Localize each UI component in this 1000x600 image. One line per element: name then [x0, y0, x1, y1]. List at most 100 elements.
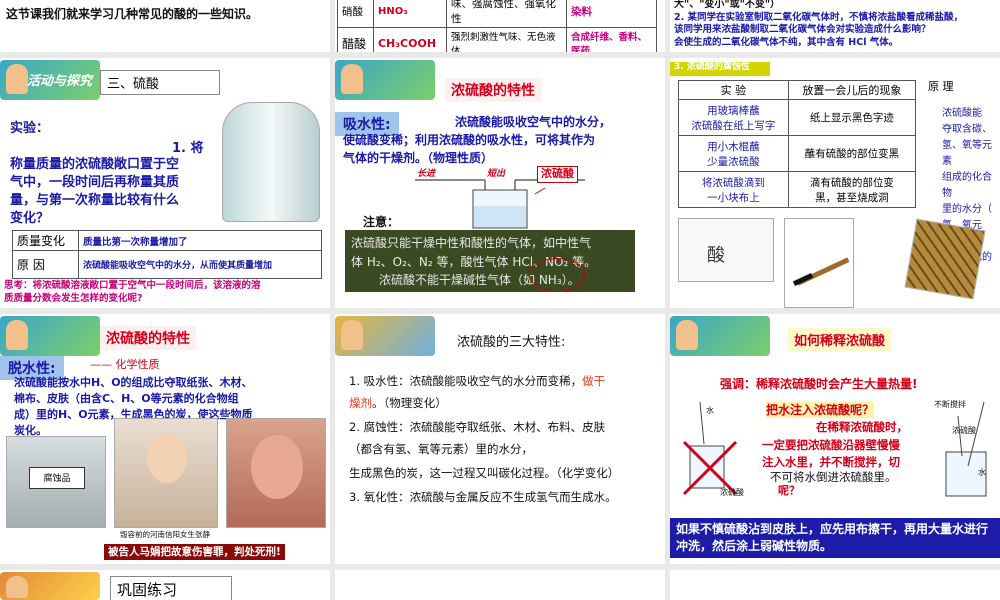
question-line: 2. 某同学在实验室制取二氧化碳气体时，不慎将浓盐酸看成稀盐酸，: [674, 12, 964, 23]
acid-table: 硝酸 HNO₃ 味、强腐蚀性、强氧化性 染料 醋酸 CH₃COOH 强烈刺激性气…: [337, 0, 657, 52]
activity-logo: [670, 316, 770, 356]
think-question: 质质量分数会发生怎样的变化呢?: [4, 293, 143, 304]
slide-exercise-tail[interactable]: 大"、"变小"或"不变"） 2. 某同学在实验室制取二氧化碳气体时，不慎将浓盐酸…: [670, 0, 1000, 52]
slide-title: 如何稀释浓硫酸: [788, 328, 892, 351]
charred-word: 酸: [707, 245, 725, 266]
property-text: 浓硫酸能吸收空气中的水分，: [455, 115, 612, 129]
handwritten-note: 短出: [487, 169, 506, 179]
acid-label: 浓硫酸: [537, 166, 578, 183]
wood-stick-photo: [784, 218, 854, 308]
slide-blank[interactable]: [335, 570, 665, 600]
table-cell: 合成纤维、香料、医药: [566, 27, 657, 52]
table-cell: 浓硫酸能吸收空气中的水分，从而使其质量增加: [78, 250, 322, 279]
slide-corrosiveness[interactable]: 3. 浓硫酸的腐蚀性 实 验 放置一会儿后的现象 用玻璃棒蘸 浓硫酸在纸上写字 纸…: [670, 58, 1000, 308]
burnt-cloth-photo: [904, 218, 986, 300]
safety-banner: 如果不慎硫酸沾到皮肤上，应先用布擦干，再用大量水进行冲洗，然后涂上弱碱性物质。: [670, 518, 1000, 558]
table-row: 质量变化 质量比第一次称量增加了: [12, 230, 322, 251]
diagram-label: 水: [978, 468, 986, 477]
table-row: 原 因 浓硫酸能吸收空气中的水分，从而使其质量增加: [12, 250, 322, 279]
experiment-text: 量，与第一次称量比较有什么: [10, 193, 180, 208]
answer-line: 大"、"变小"或"不变"）: [674, 0, 781, 10]
slide-title: 浓硫酸的三大特性:: [457, 335, 566, 350]
table-cell: 硝酸: [337, 0, 374, 28]
slide-water-absorption[interactable]: 浓硫酸的特性 吸水性: 浓硫酸能吸收空气中的水分， 使硫酸变稀；利用浓硫酸的吸水…: [335, 58, 665, 308]
table-header-cell: 放置一会儿后的现象: [787, 80, 917, 100]
answer-line: 会使生成的二氧化碳气体不纯，其中含有 HCl 气体。: [674, 37, 899, 48]
property-text: 浓硫酸能按水中H、O的组成比夺取纸张、木材、: [14, 376, 253, 389]
property-line: 燥剂。（物理变化）: [349, 396, 447, 410]
table-header-cell: 质量变化: [12, 230, 79, 251]
principle-header: 原 理: [928, 80, 954, 93]
correct-method-diagram: [945, 401, 987, 497]
slide-practice[interactable]: 巩固练习: [0, 570, 330, 600]
diagram-label: 浓硫酸: [720, 488, 744, 497]
note-box: 浓硫酸只能干燥中性和酸性的气体，如中性气 体 H₂、O₂、N₂ 等，酸性气体 H…: [345, 230, 635, 292]
table-cell: 纸上显示黑色字迹: [787, 99, 917, 136]
property-line: 生成黑色的炭，这一过程又叫碳化过程。（化学变化）: [349, 466, 620, 480]
discussion-logo: [335, 316, 435, 356]
slide-sulfuric-acid-experiment[interactable]: 活动与探究 三、硫酸 实验： 1. 将 称量质量的浓硫酸敞口置于空 气中，一段时…: [0, 58, 330, 308]
photo-caption: 毁容前的河南信阳女生张静: [120, 530, 210, 539]
table-header-cell: 原 因: [12, 250, 79, 279]
experiment-text: 气中，一段时间后再称量其质: [10, 175, 180, 190]
slide-acid-table-tail[interactable]: 硝酸 HNO₃ 味、强腐蚀性、强氧化性 染料 醋酸 CH₃COOH 强烈刺激性气…: [335, 0, 665, 52]
slide-title: 浓硫酸的特性: [445, 78, 541, 102]
hazard-label: 腐蚀品: [29, 467, 85, 489]
slide-dehydration[interactable]: 浓硫酸的特性 脱水性: —— 化学性质 浓硫酸能按水中H、O的组成比夺取纸张、木…: [0, 314, 330, 564]
note-line: 浓硫酸只能干燥中性和酸性的气体，如中性气: [351, 236, 592, 250]
table-row: 用玻璃棒蘸 浓硫酸在纸上写字 纸上显示黑色字迹: [678, 99, 917, 136]
table-row: 将浓硫酸滴到 一小块布上 滴有硫酸的部位变 黑，甚至烧成洞: [678, 171, 917, 208]
portrait-photo-after: [226, 418, 326, 528]
property-line: （都含有氢、氧等元素）里的水分，: [349, 442, 533, 456]
property-line: 3. 氧化性：浓硫酸与金属反应不生成氢气而生成水。: [349, 490, 617, 504]
table-cell: 质量比第一次称量增加了: [78, 230, 322, 251]
experiment-text: 变化？: [10, 211, 50, 226]
experiment-number: 1. 将: [172, 141, 204, 156]
slide-three-properties[interactable]: 浓硫酸的三大特性: 1. 吸水性：浓硫酸能吸收空气的水分而变稀，做干 燥剂。（物…: [335, 314, 665, 564]
table-cell: 将浓硫酸滴到 一小块布上: [678, 171, 789, 208]
intro-text: 这节课我们就来学习几种常见的酸的一些知识。: [6, 7, 259, 21]
table-row: 醋酸 CH₃COOH 强烈刺激性气味、无色液体 合成纤维、香料、医药: [337, 27, 657, 52]
corrosion-table: 实 验 放置一会儿后的现象 用玻璃棒蘸 浓硫酸在纸上写字 纸上显示黑色字迹 用小木…: [678, 80, 917, 208]
diagram-label: 不断搅拌: [934, 400, 966, 409]
table-row: 硝酸 HNO₃ 味、强腐蚀性、强氧化性 染料: [337, 0, 657, 28]
result-table: 质量变化 质量比第一次称量增加了 原 因 浓硫酸能吸收空气中的水分，从而使其质量…: [12, 230, 322, 279]
property-text: 棉布、皮肤（由含C、H、O等元素的化合物组: [14, 392, 239, 405]
table-cell: 蘸有硫酸的部位变黑: [787, 135, 917, 172]
table-row: 实 验 放置一会儿后的现象: [678, 80, 917, 100]
table-cell: 用玻璃棒蘸 浓硫酸在纸上写字: [678, 99, 789, 136]
acid-bottle-photo: [222, 102, 320, 222]
portrait-photo-before: [114, 418, 218, 528]
activity-logo: [0, 316, 100, 356]
note-line: 体 H₂、O₂、N₂ 等，酸性气体 HCl、NO₂ 等。: [351, 254, 597, 269]
experiment-label: 实验：: [10, 121, 50, 136]
diagram-label: 水: [706, 406, 714, 415]
table-cell: CH₃COOH: [372, 27, 448, 52]
property-text: 气体的干燥剂。（物理性质）: [343, 151, 494, 165]
table-cell: 滴有硫酸的部位变 黑，甚至烧成洞: [787, 171, 917, 208]
slide-blank[interactable]: [670, 570, 1000, 600]
annotation-circle: [529, 258, 585, 292]
acid-bottle-photo: 腐蚀品: [6, 436, 106, 528]
experiment-text: 称量质量的浓硫酸敞口置于空: [10, 157, 180, 172]
activity-logo: [335, 60, 435, 100]
practice-logo: [0, 572, 100, 600]
table-cell: 染料: [566, 0, 657, 28]
charred-paper-photo: 酸: [678, 218, 774, 282]
news-banner: 被告人马娟把故意伤害罪，判处死刑!: [104, 544, 285, 561]
slide-dilution[interactable]: 如何稀释浓硫酸 强调：稀释浓硫酸时会产生大量热量! 水 浓硫酸 把水注入浓硫酸呢…: [670, 314, 1000, 564]
dilution-text: 在稀释浓硫酸时，: [816, 420, 908, 434]
slide-title: 浓硫酸的特性: [100, 326, 196, 350]
property-line: 2. 腐蚀性：浓硫酸能夺取纸张、木材、布料、皮肤: [349, 420, 606, 434]
slide-intro-tail[interactable]: 这节课我们就来学习几种常见的酸的一些知识。: [0, 0, 330, 52]
diagram-label: 浓硫酸: [952, 426, 976, 435]
property-text: 使硫酸变稀；利用浓硫酸的吸水性，可将其作为: [343, 133, 596, 147]
table-row: 用小木棍蘸 少量浓硫酸 蘸有硫酸的部位变黑: [678, 135, 917, 172]
property-type: —— 化学性质: [90, 358, 160, 371]
handwritten-note: 长进: [417, 169, 436, 179]
activity-logo: 活动与探究: [0, 60, 100, 100]
question-text: 呢？: [778, 484, 800, 497]
stress-text: 强调：稀释浓硫酸时会产生大量热量!: [720, 377, 918, 391]
dilution-text: 一定要把浓硫酸沿器壁慢慢: [762, 438, 900, 452]
question-text: 把水注入浓硫酸呢？: [766, 402, 875, 419]
